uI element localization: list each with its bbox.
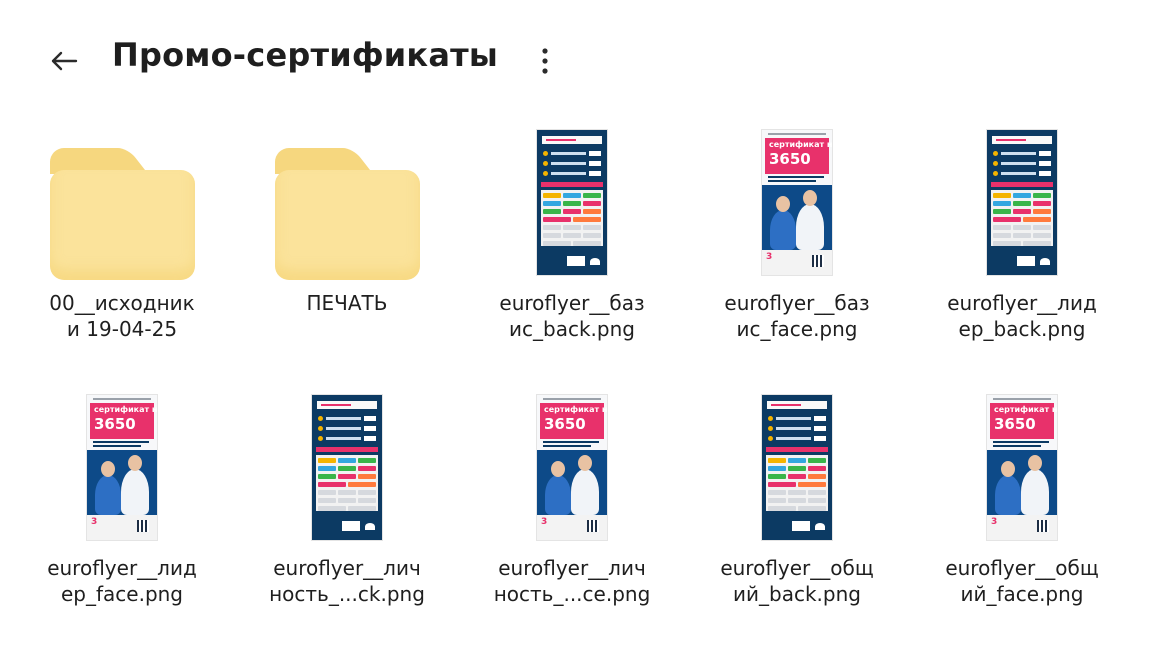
item-name: euroflyer__лич ность_...се.png [472,555,672,607]
item-name-line: ность_...се.png [493,582,651,606]
file-item[interactable]: euroflyer__баз ис_back.png [472,125,672,355]
item-name-line: ий_back.png [733,582,861,606]
image-preview: сертификат на 3650 [762,130,832,275]
item-thumbnail [247,390,447,545]
image-preview [312,395,382,540]
flyer-amount: 3650 [544,415,586,433]
item-thumbnail [247,125,447,280]
item-name: euroflyer__общ ий_back.png [697,555,897,607]
item-name-line: ПЕЧАТЬ [306,291,388,315]
file-item[interactable]: сертификат на3650 euroflyer__лидер_face.p… [22,390,222,620]
folder-item[interactable]: 00__исходник и 19-04-25 [22,125,222,355]
image-preview: сертификат на 3650 [87,395,157,540]
item-name-line: ис_face.png [736,317,858,341]
item-name: 00__исходник и 19-04-25 [22,290,222,342]
item-name-line: euroflyer__баз [499,291,645,315]
flyer-headline: сертификат на [544,405,607,414]
item-thumbnail: сертификат на 3650 [697,125,897,280]
image-preview: сертификат на 3650 [987,395,1057,540]
item-name-line: ис_back.png [509,317,635,341]
item-thumbnail [472,125,672,280]
image-preview [762,395,832,540]
flyer-headline: сертификат на [769,140,832,149]
flyer-amount: 3650 [769,150,811,168]
item-name: euroflyer__лид ер_face.png [22,555,222,607]
folder-item[interactable]: ПЕЧАТЬ [247,125,447,355]
flyer-amount: 3650 [94,415,136,433]
item-name-line: ий_face.png [960,582,1084,606]
item-thumbnail: сертификат на 3650 [22,390,222,545]
item-thumbnail [922,125,1122,280]
item-name-line: и 19-04-25 [66,317,178,341]
item-name: euroflyer__лид ер_back.png [922,290,1122,342]
flyer-headline: сертификат на [94,405,157,414]
image-preview: сертификат на 3650 [537,395,607,540]
item-thumbnail [22,125,222,280]
item-name: euroflyer__лич ность_...ck.png [247,555,447,607]
image-preview [987,130,1057,275]
file-grid: 00__исходник и 19-04-25 ПЕЧАТЬ euroflyer__б… [0,0,1160,660]
item-name: euroflyer__баз ис_back.png [472,290,672,342]
flyer-headline: сертификат на [994,405,1057,414]
item-name: euroflyer__общ ий_face.png [922,555,1122,607]
file-item[interactable]: euroflyer__лич ность_...ck.png [247,390,447,620]
item-name: euroflyer__баз ис_face.png [697,290,897,342]
item-name-line: euroflyer__общ [945,556,1099,580]
folder-icon [274,147,420,280]
item-thumbnail: сертификат на 3650 [922,390,1122,545]
item-thumbnail [697,390,897,545]
item-name-line: ер_back.png [958,317,1086,341]
file-item[interactable]: сертификат на3650 euroflyer__общий_face.p… [922,390,1122,620]
item-name-line: euroflyer__общ [720,556,874,580]
flyer-amount: 3650 [994,415,1036,433]
item-name-line: euroflyer__баз [724,291,870,315]
folder-icon [49,147,195,280]
item-name-line: euroflyer__лид [947,291,1097,315]
image-preview [537,130,607,275]
item-thumbnail: сертификат на 3650 [472,390,672,545]
item-name-line: euroflyer__лич [498,556,646,580]
item-name-line: 00__исходник [49,291,195,315]
item-name-line: euroflyer__лич [273,556,421,580]
item-name-line: ер_face.png [60,582,184,606]
file-item[interactable]: euroflyer__общ ий_back.png [697,390,897,620]
item-name: ПЕЧАТЬ [247,290,447,316]
file-item[interactable]: сертификат на3650 euroflyer__личность_...… [472,390,672,620]
file-item[interactable]: сертификат на3650 euroflyer__базис_face.p… [697,125,897,355]
item-name-line: ность_...ck.png [269,582,425,606]
file-item[interactable]: euroflyer__лид ер_back.png [922,125,1122,355]
item-name-line: euroflyer__лид [47,556,197,580]
